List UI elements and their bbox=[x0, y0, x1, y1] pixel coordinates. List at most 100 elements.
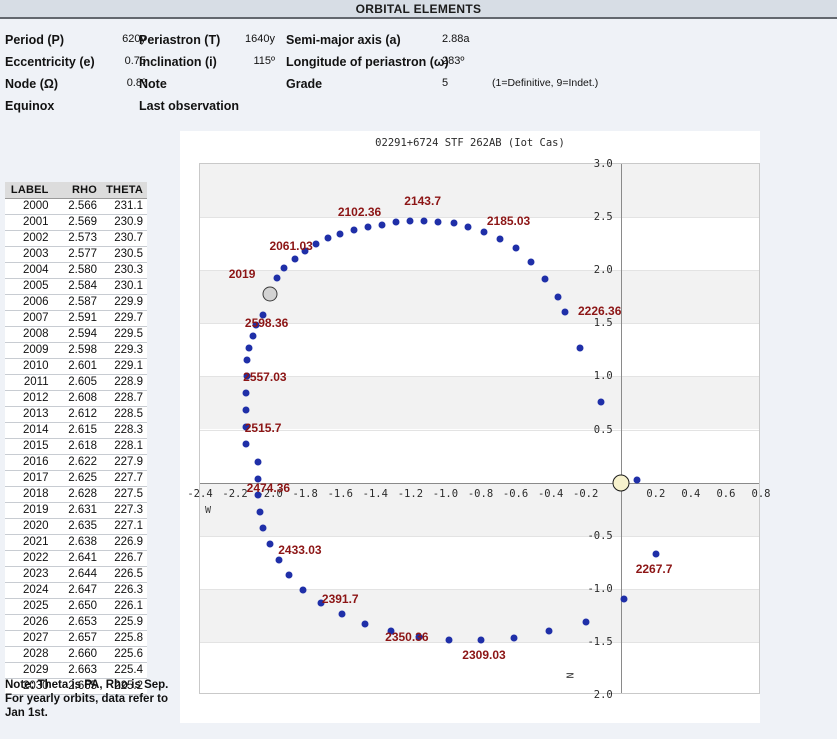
orbit-plot-area[interactable]: -2.4 -2.2 -2.0 -1.8 -1.6 -1.4 -1.2 -1.0 -0.8 -0.6… bbox=[187, 158, 770, 701]
table-row: 2013 2.612 228.5 bbox=[5, 406, 147, 423]
table-row: 2018 2.628 227.5 bbox=[5, 486, 147, 503]
cell-label: 2011 bbox=[5, 374, 55, 391]
element-value-col3: 2.88a bbox=[442, 33, 470, 45]
cell-label: 2000 bbox=[5, 198, 55, 215]
epoch-label: 2557.03 bbox=[243, 370, 287, 385]
orbit-point bbox=[299, 586, 307, 594]
cell-theta: 227.3 bbox=[101, 502, 147, 519]
orbit-point bbox=[545, 627, 553, 635]
cell-rho: 2.647 bbox=[54, 582, 102, 599]
table-row: 2016 2.622 227.9 bbox=[5, 454, 147, 471]
y-tick-label: -0.5 bbox=[587, 529, 613, 542]
element-value-note: (1=Definitive, 9=Indet.) bbox=[492, 77, 599, 89]
element-label-col2: Note bbox=[139, 77, 167, 91]
cell-theta: 230.9 bbox=[101, 214, 147, 231]
table-row: 2012 2.608 228.7 bbox=[5, 390, 147, 407]
cell-rho: 2.566 bbox=[54, 198, 102, 215]
element-label-col2: Last observation bbox=[139, 99, 240, 113]
cell-theta: 231.1 bbox=[101, 198, 147, 215]
cell-theta: 226.5 bbox=[101, 566, 147, 583]
x-tick-label: 0.8 bbox=[751, 487, 771, 500]
orbit-point bbox=[576, 344, 584, 352]
cell-theta: 227.1 bbox=[101, 518, 147, 535]
ephemeris-table: LABEL RHO THETA 2000 2.566 231.1 2001 2.569 2… bbox=[5, 182, 147, 695]
cell-theta: 229.3 bbox=[101, 342, 147, 359]
orbit-point bbox=[512, 244, 520, 252]
cell-rho: 2.598 bbox=[54, 342, 102, 359]
cell-rho: 2.601 bbox=[54, 358, 102, 375]
table-row: 2006 2.587 229.9 bbox=[5, 294, 147, 311]
table-row: 2014 2.615 228.3 bbox=[5, 422, 147, 439]
x-tick-label: -2.2 bbox=[222, 487, 248, 500]
cell-rho: 2.628 bbox=[54, 486, 102, 503]
cell-theta: 228.5 bbox=[101, 406, 147, 423]
table-row: 2020 2.635 227.1 bbox=[5, 518, 147, 535]
cell-rho: 2.584 bbox=[54, 278, 102, 295]
cell-theta: 228.1 bbox=[101, 438, 147, 455]
cell-label: 2019 bbox=[5, 502, 55, 519]
gridline bbox=[200, 588, 759, 590]
x-tick-label: -1.2 bbox=[397, 487, 424, 500]
cell-label: 2028 bbox=[5, 646, 55, 663]
cell-rho: 2.608 bbox=[54, 390, 102, 407]
cell-theta: 228.9 bbox=[101, 374, 147, 391]
cell-label: 2008 bbox=[5, 326, 55, 343]
epoch-label: 2185.03 bbox=[486, 214, 531, 229]
x-tick-label: 0.2 bbox=[646, 487, 666, 500]
page-title: ORBITAL ELEMENTS bbox=[355, 2, 482, 16]
orbit-point bbox=[291, 255, 299, 263]
table-body: 2000 2.566 231.1 2001 2.569 230.9 2002 2.573 230… bbox=[5, 198, 147, 695]
table-row: 2021 2.638 226.9 bbox=[5, 534, 147, 551]
orbit-point bbox=[249, 332, 257, 340]
orbit-point bbox=[554, 293, 562, 301]
cell-label: 2006 bbox=[5, 294, 55, 311]
table-row: 2017 2.625 227.7 bbox=[5, 470, 147, 487]
orbit-point bbox=[477, 636, 484, 644]
element-label-col1: Equinox bbox=[5, 99, 55, 113]
column-header-theta: THETA bbox=[101, 182, 147, 199]
element-value-col2: 115º bbox=[253, 55, 275, 67]
cell-theta: 225.6 bbox=[101, 646, 147, 663]
cell-rho: 2.618 bbox=[54, 438, 102, 455]
y-tick-label: 1.5 bbox=[593, 317, 613, 330]
column-header-label: LABEL bbox=[5, 182, 55, 199]
element-label-col3: Longitude of periastron (ω) bbox=[286, 55, 449, 69]
element-value-col3: 5 bbox=[442, 77, 449, 89]
epoch-label: 2226.36 bbox=[578, 303, 622, 318]
table-row: 2029 2.663 225.4 bbox=[5, 662, 147, 679]
cell-rho: 2.577 bbox=[54, 246, 102, 263]
x-tick-label: -0.4 bbox=[537, 487, 564, 500]
cell-rho: 2.625 bbox=[54, 470, 102, 487]
orbit-point bbox=[450, 219, 458, 227]
cell-label: 2026 bbox=[5, 614, 55, 631]
cell-label: 2014 bbox=[5, 422, 55, 439]
table-row: 2025 2.650 226.1 bbox=[5, 598, 147, 615]
gridline bbox=[200, 429, 759, 431]
orbit-point bbox=[243, 356, 251, 364]
cell-rho: 2.612 bbox=[54, 406, 102, 423]
element-label-col3: Grade bbox=[286, 77, 323, 91]
orbit-point bbox=[361, 620, 369, 628]
table-row: 2022 2.641 226.7 bbox=[5, 550, 147, 567]
cell-label: 2001 bbox=[5, 214, 55, 231]
cell-label: 2005 bbox=[5, 278, 55, 295]
orbit-point bbox=[406, 217, 414, 225]
x-tick-label: -0.8 bbox=[467, 487, 494, 500]
y-tick-label: 2.5 bbox=[593, 211, 613, 224]
orbit-point bbox=[259, 524, 267, 532]
gridline bbox=[200, 535, 759, 537]
cell-label: 2016 bbox=[5, 454, 55, 471]
table-row: 2024 2.647 226.3 bbox=[5, 582, 147, 599]
orbital-elements-panel: Period (P) 620y Periastron (T) 1640y Semi-ma… bbox=[5, 33, 705, 121]
x-tick-label: 0.4 bbox=[681, 487, 701, 500]
x-tick-label: 0.6 bbox=[716, 487, 736, 500]
cell-rho: 2.644 bbox=[54, 566, 102, 583]
orbit-point bbox=[652, 550, 660, 558]
element-label-col1: Node (Ω) bbox=[5, 77, 59, 91]
cell-theta: 229.5 bbox=[101, 326, 147, 343]
cell-theta: 229.1 bbox=[101, 358, 147, 375]
table-row: 2009 2.598 229.3 bbox=[5, 342, 147, 359]
column-header-rho: RHO bbox=[54, 182, 102, 199]
cell-label: 2020 bbox=[5, 518, 55, 535]
orbit-point bbox=[324, 234, 332, 242]
